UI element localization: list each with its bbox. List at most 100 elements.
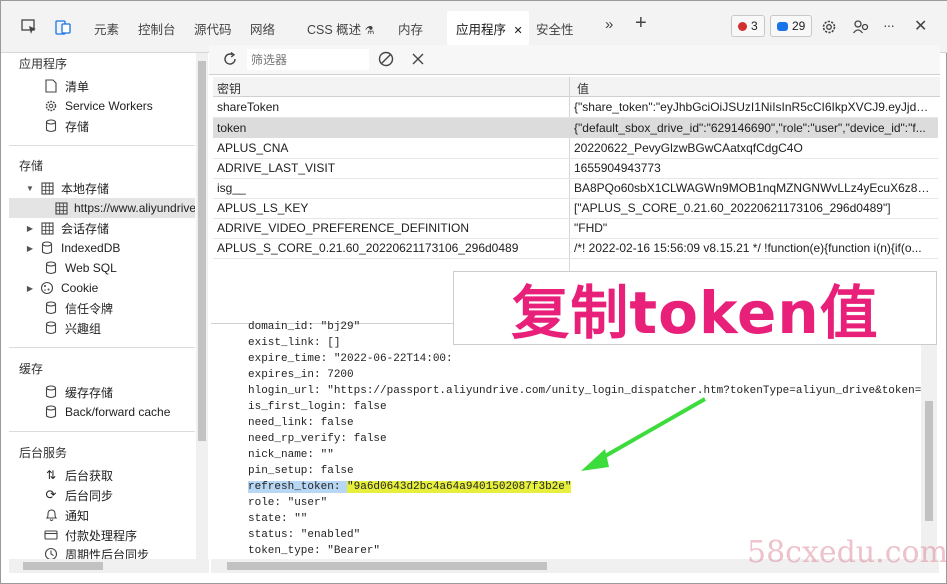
sidebar-item-label: 本地存储 [61,181,110,196]
sidebar-item-label: 通知 [65,508,90,523]
delete-selected-icon[interactable] [409,50,429,70]
sidebar-item-service-workers[interactable]: Service Workers [43,97,153,115]
table-row[interactable]: APLUS_S_CORE_0.21.60_20220621173106_296d… [213,238,938,258]
message-icon [777,21,788,31]
sidebar-item-label: 缓存存储 [65,385,114,400]
sidebar-item-manifest[interactable]: 清单 [43,77,89,95]
sidebar-item-periodic-sync[interactable]: 周期性后台同步 [43,546,149,559]
sidebar-item-label: https://www.aliyundrive.com [74,201,195,215]
row-value: {"share_token":"eyJhbGciOiJSUzI1NiIsInR5… [574,100,936,114]
flask-icon: ⚗ [364,25,375,37]
profile-switch-icon[interactable] [851,17,871,37]
tab-security[interactable]: 安全性 [536,19,574,38]
sidebar-vertical-scrollbar[interactable] [196,53,208,559]
sidebar-item-websql[interactable]: Web SQL [43,259,117,277]
inspect-element-icon[interactable] [19,17,39,37]
sidebar-item-indexeddb[interactable]: ▶ IndexedDB [25,239,120,257]
sidebar-horizontal-scrollbar[interactable] [9,559,209,573]
row-value: {"default_sbox_drive_id":"629146690","ro… [574,121,926,135]
section-title-application: 应用程序 [19,57,68,71]
refresh-icon[interactable] [221,50,241,70]
sidebar-item-bfcache[interactable]: Back/forward cache [43,403,170,421]
sidebar-item-payment-handler[interactable]: 付款处理程序 [43,526,137,544]
messages-badge[interactable]: 29 [770,15,813,37]
sidebar-item-cache-storage[interactable]: 缓存存储 [43,383,113,401]
sidebar-item-background-fetch[interactable]: ⇅ 后台获取 [43,466,113,484]
table-row[interactable]: ADRIVE_VIDEO_PREFERENCE_DEFINITION "FHD" [213,218,938,238]
row-key: APLUS_LS_KEY [217,201,309,215]
collapsed-triangle-icon[interactable]: ▶ [25,224,35,233]
json-line: nick_name: "" [248,449,334,461]
database-icon [43,118,59,134]
table-row-selected[interactable]: token {"default_sbox_drive_id":"629146690… [213,118,938,138]
document-icon [43,78,59,94]
collapsed-triangle-icon[interactable]: ▶ [25,244,35,253]
sidebar-item-label: 会话存储 [61,221,110,236]
sidebar-item-session-storage[interactable]: ▶ 会话存储 [25,219,109,237]
more-tabs-icon[interactable]: » [605,16,613,33]
clear-all-icon[interactable] [377,50,397,70]
table-row[interactable]: isg__ BA8PQo60sbX1CLWAGWn9MOB1nqMZNGNWvLL… [213,178,938,198]
refresh-token-value[interactable]: "9a6d0643d2bc4a64a9401502087f3b2e" [347,481,572,493]
collapsed-triangle-icon[interactable]: ▶ [25,284,35,293]
preview-vertical-scrollbar[interactable] [921,331,937,559]
json-line-refresh-token[interactable]: refresh_token: "9a6d0643d2bc4a64a9401502… [248,481,572,493]
tab-sources[interactable]: 源代码 [194,19,232,38]
close-devtools-icon[interactable]: ✕ [914,16,927,36]
devtools-window: 元素 控制台 源代码 网络 CSS 概述 ⚗ 内存 应用程序 ✕ 安全性 » +… [0,0,947,584]
close-tab-icon[interactable]: ✕ [514,25,523,37]
tab-memory[interactable]: 内存 [398,19,423,38]
scrollbar-thumb[interactable] [198,61,206,441]
tab-elements[interactable]: 元素 [94,19,119,38]
sidebar-item-local-storage[interactable]: ▼ 本地存储 [25,179,109,197]
tab-network[interactable]: 网络 [250,19,275,38]
column-header-key[interactable]: 密钥 [217,80,241,97]
column-header-value[interactable]: 值 [577,80,589,97]
scrollbar-thumb[interactable] [925,401,933,521]
refresh-token-key: refresh_token: [248,481,348,493]
json-line: status: "enabled" [248,529,361,541]
sidebar-item-trust-tokens[interactable]: 信任令牌 [43,299,113,317]
row-key: token [217,121,247,135]
table-row[interactable]: APLUS_LS_KEY ["APLUS_S_CORE_0.21.60_20220… [213,198,938,218]
row-key: ADRIVE_LAST_VISIT [217,161,336,175]
sidebar-item-label: Back/forward cache [65,405,171,419]
row-value: 20220622_PevyGlzwBGwCAatxqfCdgC4O [574,141,803,155]
sidebar-item-background-sync[interactable]: ⟳ 后台同步 [43,486,113,504]
scrollbar-thumb[interactable] [23,562,103,570]
errors-badge[interactable]: 3 [731,15,765,37]
database-icon [43,300,59,316]
table-header: 密钥 值 [213,77,940,97]
sidebar-divider [9,145,195,146]
sidebar-item-label: Cookie [61,281,99,295]
table-row[interactable]: shareToken {"share_token":"eyJhbGciOiJSUz… [213,97,938,117]
grid-icon [55,200,68,216]
sidebar-item-label: 周期性后台同步 [65,548,150,559]
table-row[interactable]: ADRIVE_LAST_VISIT 1655904943773 [213,158,938,178]
clock-icon [43,546,59,559]
messages-count: 29 [792,19,806,33]
settings-gear-icon[interactable] [819,17,839,37]
errors-count: 3 [751,19,758,33]
sidebar-item-interest-groups[interactable]: 兴趣组 [43,319,101,337]
sidebar-item-label: 信任令牌 [65,301,114,316]
scrollbar-thumb[interactable] [227,562,547,570]
sidebar-item-storage-overview[interactable]: 存储 [43,117,89,135]
application-sidebar: 应用程序 清单 Service Workers 存储 存储 ▼ 本地存储 htt… [9,53,195,559]
table-row[interactable]: APLUS_CNA 20220622_PevyGlzwBGwCAatxqfCdgC… [213,138,938,158]
device-emulation-icon[interactable] [53,17,73,37]
json-line: exist_link: [] [248,337,341,349]
add-tab-icon[interactable]: + [635,12,647,35]
tab-console[interactable]: 控制台 [138,19,176,38]
database-icon [43,384,59,400]
sidebar-item-notifications[interactable]: 通知 [43,506,89,524]
tab-application-label: 应用程序 [456,23,507,37]
filter-input[interactable] [247,49,369,70]
more-options-icon[interactable]: ··· [883,17,895,33]
sidebar-item-label: 后台获取 [65,468,114,483]
sidebar-item-cookies[interactable]: ▶ Cookie [25,279,98,297]
sidebar-item-local-storage-origin[interactable]: https://www.aliyundrive.com [55,199,195,217]
expanded-triangle-icon[interactable]: ▼ [25,184,35,193]
tab-application[interactable]: 应用程序 ✕ [456,19,523,38]
tab-css-overview[interactable]: CSS 概述 ⚗ [307,19,375,38]
